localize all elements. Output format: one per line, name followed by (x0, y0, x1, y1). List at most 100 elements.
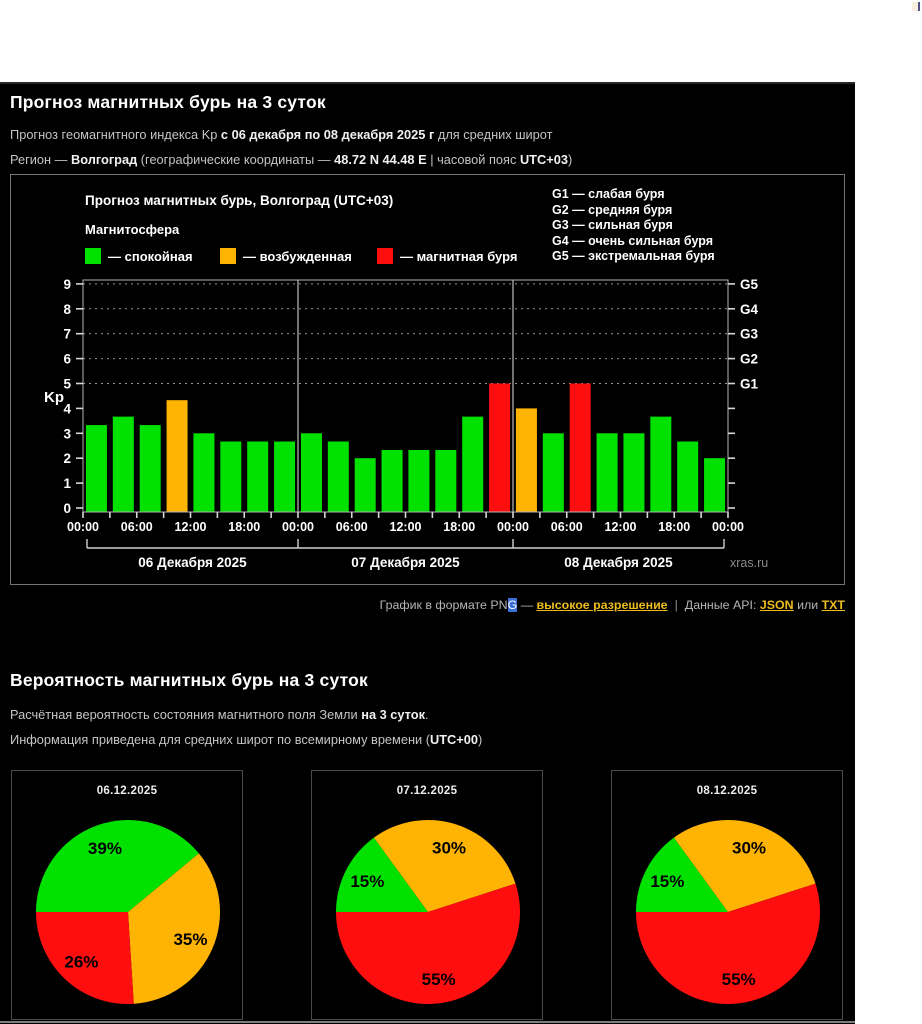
kp-bar-8 (301, 433, 322, 512)
chart-text: 18:00 (658, 520, 690, 534)
gridlines (83, 284, 728, 384)
pie-date-2: 07.12.2025 (312, 785, 542, 797)
page-corner-artifact (912, 2, 920, 11)
kp-bar-20 (623, 433, 644, 512)
day-brackets (87, 539, 724, 548)
link-txt[interactable]: TXT (822, 598, 845, 612)
kp-bar-18 (570, 384, 591, 513)
kp-bar-17 (543, 433, 564, 512)
legend-swatch-quiet-icon (85, 248, 101, 264)
text-part: Регион — (10, 152, 71, 167)
chart-text: 55% (422, 970, 456, 989)
chart-text: 8 (63, 302, 71, 317)
chart-text: 26% (64, 953, 98, 972)
legend-label: — спокойная (108, 249, 193, 264)
chart-text: 9 (63, 277, 71, 292)
kp-bar-19 (597, 433, 618, 512)
g-scale-legend: G1 — слабая буряG2 — средняя буряG3 — си… (552, 187, 715, 265)
text-part: для средних широт (434, 127, 552, 142)
pie-date-1: 06.12.2025 (12, 785, 242, 797)
chart-text: 6 (63, 352, 71, 367)
text-part: . (425, 707, 429, 722)
kp-bar-12 (408, 450, 429, 512)
chart-text: 5 (63, 377, 71, 392)
chart-text: 35% (173, 930, 207, 949)
chart-text: 06:00 (336, 520, 368, 534)
text-part: ) (478, 732, 482, 747)
chart-text: G5 (740, 277, 759, 292)
legend-label: — возбужденная (243, 249, 352, 264)
kp-bar-7 (274, 442, 295, 512)
chart-text: 15% (650, 872, 684, 891)
chart-text: 06:00 (551, 520, 583, 534)
chart-text: 2 (63, 451, 71, 466)
section1-title: Прогноз магнитных бурь на 3 суток (10, 92, 326, 113)
kp-bar-5 (220, 442, 241, 512)
chart-text: G4 (740, 302, 759, 317)
kp-bar-1 (113, 417, 134, 512)
chart-text: G3 (740, 327, 759, 342)
pie-chart-svg-2: 15%30%55% (312, 771, 542, 1019)
kp-bar-15 (489, 384, 510, 513)
text-part: (географические координаты — (137, 152, 334, 167)
chart-text: 12:00 (175, 520, 207, 534)
section1-subtitle-line2: Регион — Волгоград (географические коорд… (10, 152, 572, 167)
text-part: — (517, 598, 536, 612)
chart-text: Kp (44, 389, 64, 406)
text-part: 48.72 N 44.48 E (334, 152, 427, 167)
text-part: или (794, 598, 822, 612)
kp-forecast-chart-panel: 0123456789G5G4G3G2G100:0006:0012:0018:00… (10, 174, 845, 585)
g-scale-line: G5 — экстремальная буря (552, 249, 715, 265)
text-part: | часовой пояс (427, 152, 520, 167)
section1-subtitle-line1: Прогноз геомагнитного индекса Kp с 06 де… (10, 127, 553, 142)
link-json[interactable]: JSON (760, 598, 794, 612)
kp-bar-14 (462, 417, 483, 512)
kp-chart-title: Прогноз магнитных бурь, Волгоград (UTC+0… (85, 193, 393, 208)
bottom-rule (0, 1021, 855, 1023)
text-part: График в формате PN (380, 598, 508, 612)
kp-bar-3 (167, 400, 188, 512)
chart-text: 55% (722, 970, 756, 989)
chart-text: 00:00 (712, 520, 744, 534)
chart-text: 7 (63, 327, 71, 342)
chart-text: 06 Декабря 2025 (138, 555, 247, 570)
pie-slices (36, 820, 220, 1004)
text-part: | (675, 598, 678, 612)
chart-text: 30% (732, 838, 766, 857)
text-part: G (508, 598, 518, 612)
g-scale-line: G2 — средняя буря (552, 203, 715, 219)
kp-bar-23 (704, 458, 725, 512)
pie-panel-1: 39%35%26% 06.12.2025 (11, 770, 243, 1020)
chart-text: G2 (740, 352, 758, 367)
kp-bar-2 (140, 425, 161, 512)
chart-text: 00:00 (497, 520, 529, 534)
chart-text: 30% (432, 838, 466, 857)
pie-panel-2: 15%30%55% 07.12.2025 (311, 770, 543, 1020)
legend-swatch-excited-icon (220, 248, 236, 264)
chart-text: 18:00 (228, 520, 260, 534)
pie-date-3: 08.12.2025 (612, 785, 842, 797)
kp-bar-0 (86, 425, 107, 512)
kp-bar-13 (435, 450, 456, 512)
kp-bar-21 (650, 417, 671, 512)
legend-label: — магнитная буря (400, 249, 517, 264)
pie-chart-svg-3: 15% 30% 55% (612, 771, 842, 1019)
link-high-resolution[interactable]: высокое разрешение (537, 598, 668, 612)
chart-text: 12:00 (390, 520, 422, 534)
kp-bars (86, 384, 725, 513)
magnetosphere-label: Магнитосфера (85, 222, 179, 237)
legend-item-excited: — возбужденная (220, 248, 352, 264)
chart-text: xras.ru (730, 556, 768, 570)
g-scale-line: G1 — слабая буря (552, 187, 715, 203)
text-part: UTC+00 (430, 732, 478, 747)
chart-text: 08 Декабря 2025 (564, 555, 673, 570)
kp-bar-9 (328, 442, 349, 512)
g-scale-line: G3 — сильная буря (552, 218, 715, 234)
chart-text: 07 Декабря 2025 (351, 555, 460, 570)
text-part: Расчётная вероятность состояния магнитно… (10, 707, 361, 722)
section2-line2: Информация приведена для средних широт п… (10, 732, 482, 747)
legend-item-storm: — магнитная буря (377, 248, 517, 264)
chart-text: 00:00 (282, 520, 314, 534)
section2-title: Вероятность магнитных бурь на 3 суток (10, 670, 368, 691)
kp-bar-11 (382, 450, 403, 512)
